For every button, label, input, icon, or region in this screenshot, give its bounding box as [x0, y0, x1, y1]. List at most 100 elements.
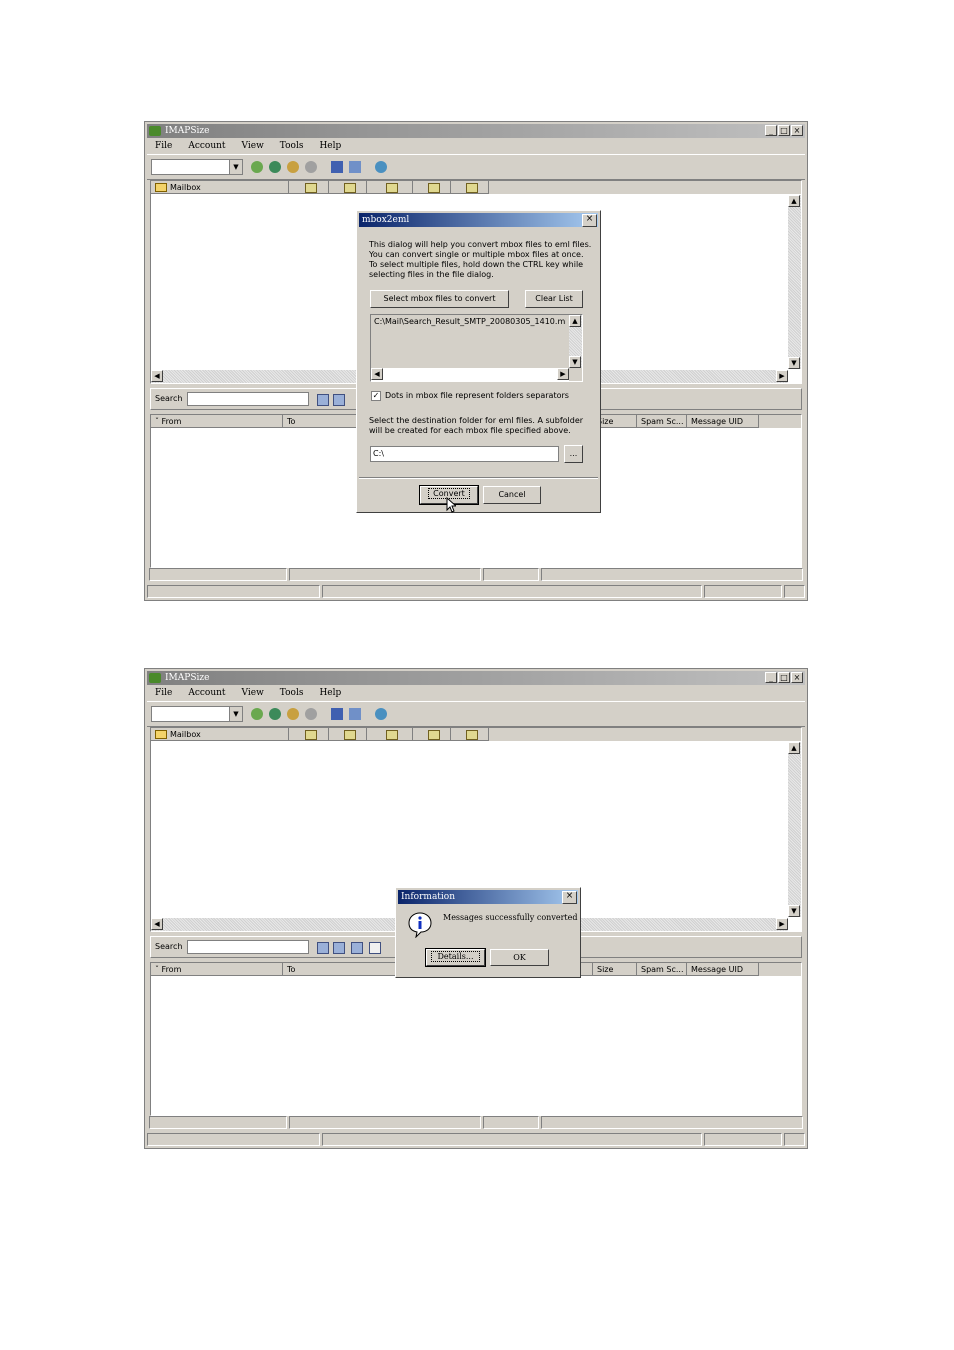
col-icon-1[interactable] — [289, 181, 329, 194]
col-icon-3[interactable] — [367, 728, 413, 741]
find-advanced-icon[interactable] — [333, 394, 345, 406]
col-from[interactable]: ˇ From — [151, 415, 283, 428]
sort-icon[interactable] — [331, 708, 343, 720]
chevron-down-icon[interactable]: ▼ — [229, 160, 242, 174]
scroll-down-icon[interactable]: ▼ — [788, 905, 800, 917]
dots-checkbox-label[interactable]: Dots in mbox file represent folders sepa… — [385, 391, 569, 401]
download-icon[interactable] — [287, 708, 299, 720]
stop-icon[interactable] — [305, 708, 317, 720]
file-list-item[interactable]: C:\Mail\Search_Result_SMTP_20080305_1410… — [374, 317, 566, 327]
menu-account[interactable]: Account — [180, 686, 233, 700]
search-icon[interactable] — [349, 708, 361, 720]
document-icon[interactable] — [369, 942, 381, 954]
find-advanced-icon[interactable] — [333, 942, 345, 954]
close-button[interactable]: × — [791, 672, 803, 683]
title-bar[interactable]: IMAPSize _ □ × — [147, 671, 805, 685]
menu-tools[interactable]: Tools — [272, 139, 312, 153]
menu-tools[interactable]: Tools — [272, 686, 312, 700]
col-icon-1[interactable] — [289, 728, 329, 741]
list-horizontal-scrollbar[interactable]: ◀ ▶ — [371, 368, 569, 381]
dialog-title-bar[interactable]: Information × — [398, 890, 578, 904]
col-icon-4[interactable] — [413, 728, 451, 741]
dialog-divider — [359, 477, 598, 479]
mouse-cursor-icon — [446, 497, 456, 513]
refresh-icon[interactable] — [269, 708, 281, 720]
sort-icon[interactable] — [331, 161, 343, 173]
minimize-button[interactable]: _ — [765, 672, 777, 683]
chevron-down-icon[interactable]: ▼ — [229, 707, 242, 721]
file-list[interactable]: C:\Mail\Search_Result_SMTP_20080305_1410… — [370, 314, 583, 382]
col-icon-5[interactable] — [451, 728, 489, 741]
title-bar[interactable]: IMAPSize _ □ × — [147, 124, 805, 138]
destination-input[interactable]: C:\ — [370, 446, 559, 462]
scroll-up-icon[interactable]: ▲ — [788, 742, 800, 754]
app-icon — [149, 673, 161, 683]
search-icon[interactable] — [349, 161, 361, 173]
menu-file[interactable]: File — [147, 686, 180, 700]
mailbox-column[interactable]: Mailbox — [151, 728, 289, 741]
connect-icon[interactable] — [251, 708, 263, 720]
close-icon[interactable]: × — [582, 214, 597, 227]
find-icon[interactable] — [317, 394, 329, 406]
vertical-scrollbar[interactable]: ▲ ▼ — [788, 742, 801, 917]
scroll-left-icon[interactable]: ◀ — [151, 918, 163, 930]
connect-icon[interactable] — [251, 161, 263, 173]
scroll-up-icon[interactable]: ▲ — [788, 195, 800, 207]
col-icon-3[interactable] — [367, 181, 413, 194]
menu-file[interactable]: File — [147, 139, 180, 153]
status-cell — [149, 568, 287, 581]
scroll-down-icon[interactable]: ▼ — [788, 357, 800, 369]
ok-button[interactable]: OK — [490, 949, 549, 966]
scroll-left-icon[interactable]: ◀ — [371, 368, 383, 380]
col-icon-2[interactable] — [329, 181, 367, 194]
maximize-button[interactable]: □ — [778, 672, 790, 683]
search-input[interactable] — [187, 940, 309, 954]
scroll-right-icon[interactable]: ▶ — [557, 368, 569, 380]
scroll-right-icon[interactable]: ▶ — [776, 918, 788, 930]
col-from[interactable]: ˇ From — [151, 963, 283, 976]
col-message-uid[interactable]: Message UID — [687, 415, 759, 428]
dots-checkbox[interactable]: ✓ — [371, 391, 381, 401]
browse-button[interactable]: ... — [564, 445, 583, 463]
maximize-button[interactable]: □ — [778, 125, 790, 136]
refresh-icon[interactable] — [269, 161, 281, 173]
select-mbox-button[interactable]: Select mbox files to convert — [370, 290, 509, 308]
menu-account[interactable]: Account — [180, 139, 233, 153]
col-spam-score[interactable]: Spam Sc... — [637, 963, 687, 976]
find-tools-icon[interactable] — [351, 942, 363, 954]
dialog-title: mbox2eml — [362, 215, 410, 225]
menu-view[interactable]: View — [234, 139, 272, 153]
close-button[interactable]: × — [791, 125, 803, 136]
vertical-scrollbar[interactable]: ▲ ▼ — [788, 195, 801, 369]
dialog-title-bar[interactable]: mbox2eml × — [359, 213, 598, 227]
minimize-button[interactable]: _ — [765, 125, 777, 136]
menu-help[interactable]: Help — [311, 139, 349, 153]
scroll-left-icon[interactable]: ◀ — [151, 370, 163, 382]
col-spam-score[interactable]: Spam Sc... — [637, 415, 687, 428]
cancel-button[interactable]: Cancel — [483, 486, 541, 504]
settings-icon[interactable] — [375, 161, 387, 173]
scroll-down-icon[interactable]: ▼ — [569, 356, 581, 368]
details-button[interactable]: Details... — [425, 948, 486, 967]
search-input[interactable] — [187, 392, 309, 406]
find-icon[interactable] — [317, 942, 329, 954]
settings-icon[interactable] — [375, 708, 387, 720]
account-combo[interactable]: ▼ — [151, 159, 243, 175]
account-combo[interactable]: ▼ — [151, 706, 243, 722]
col-icon-2[interactable] — [329, 728, 367, 741]
mailbox-column[interactable]: Mailbox — [151, 181, 289, 194]
col-message-uid[interactable]: Message UID — [687, 963, 759, 976]
scroll-up-icon[interactable]: ▲ — [569, 315, 581, 327]
stop-icon[interactable] — [305, 161, 317, 173]
col-size[interactable]: Size — [593, 963, 637, 976]
list-vertical-scrollbar[interactable]: ▲ ▼ — [569, 315, 582, 368]
scroll-right-icon[interactable]: ▶ — [776, 370, 788, 382]
clear-list-button[interactable]: Clear List — [525, 290, 583, 308]
menu-view[interactable]: View — [234, 686, 272, 700]
download-icon[interactable] — [287, 161, 299, 173]
col-icon-5[interactable] — [451, 181, 489, 194]
col-icon-4[interactable] — [413, 181, 451, 194]
message-pane[interactable]: ˇ From To Size Spam Sc... Message UID — [150, 962, 802, 1116]
close-icon[interactable]: × — [562, 891, 577, 904]
menu-help[interactable]: Help — [311, 686, 349, 700]
